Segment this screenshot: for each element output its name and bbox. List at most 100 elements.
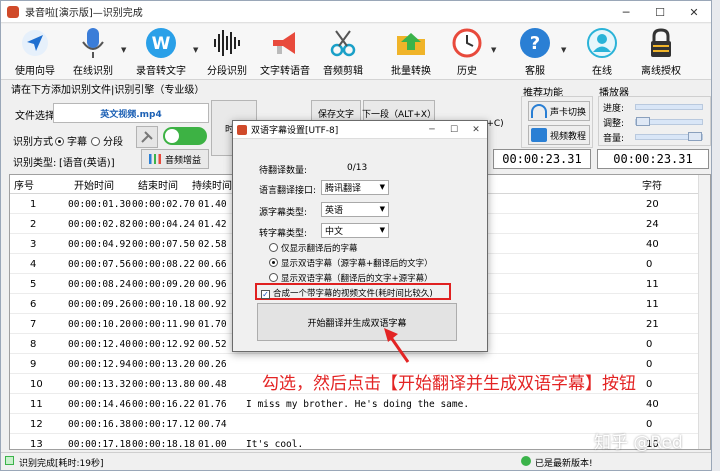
adjust-slider[interactable] (635, 117, 703, 126)
toolbar-support-button[interactable]: ? 客服 (509, 26, 561, 78)
minimize-icon[interactable]: ─ (609, 1, 643, 23)
row-end-time: 00:00:11.90 (132, 318, 195, 330)
toolbar-history-button[interactable]: 历史 (441, 26, 493, 78)
col-start[interactable]: 开始时间 (74, 175, 114, 193)
api-label: 语言翻译接口: (259, 186, 317, 196)
volume-label: 音量: (603, 134, 625, 144)
toolbar-audio-to-text-button[interactable]: W 录音转文字 (131, 26, 191, 78)
radio-unchecked-icon (269, 243, 278, 252)
col-index[interactable]: 序号 (14, 175, 34, 193)
toolbar-label: 批量转换 (391, 66, 431, 77)
video-tutorial-button[interactable]: 视频教程 (528, 125, 590, 145)
row-end-time: 00:00:04.24 (132, 218, 195, 230)
close-icon[interactable]: ✕ (465, 121, 487, 139)
row-duration: 00.48 (198, 378, 227, 390)
row-duration: 00.74 (198, 418, 227, 430)
toolbar-label: 使用向导 (15, 66, 55, 77)
pending-count-value: 0/13 (347, 163, 368, 173)
toolbar-label: 文字转语音 (260, 66, 310, 77)
row-start-time: 00:00:02.82 (68, 218, 131, 230)
file-select-field[interactable]: 英文视频.mp4 (53, 103, 209, 123)
instruction-text: 请在下方添加识别文件|识别引擎（专业级） (11, 85, 205, 96)
toolbar-label: 客服 (525, 66, 545, 77)
waveform-icon (210, 26, 244, 60)
chevron-down-icon: ▼ (379, 205, 385, 213)
table-row[interactable]: 11 00:00:14.46 00:00:16.22 01.76 I miss my b… (10, 394, 710, 414)
row-end-time: 00:00:08.22 (132, 258, 195, 270)
mode-segment-radio[interactable]: 分段 (91, 133, 123, 148)
recognize-mode-label: 识别方式 (13, 137, 53, 148)
toolbar-online-recognize-button[interactable]: 在线识别 (67, 26, 119, 78)
history-clock-icon (450, 26, 484, 60)
row-chars: 21 (646, 318, 659, 330)
api-select[interactable]: 腾讯翻译 ▼ (321, 180, 389, 195)
toolbar-segment-recognize-button[interactable]: 分段识别 (201, 26, 253, 78)
col-duration[interactable]: 持续时间 (192, 175, 232, 193)
col-chars[interactable]: 字符 (642, 175, 662, 193)
toggle-switch[interactable] (163, 127, 207, 145)
merge-video-checkbox[interactable]: ✓ 合成一个带字幕的视频文件(耗时间比较久) (261, 287, 433, 299)
toolbar-label: 音频剪辑 (323, 66, 363, 77)
toolbar-label: 在线识别 (73, 66, 113, 77)
row-chars: 0 (646, 258, 653, 270)
toolbar-audio-edit-button[interactable]: 音频剪辑 (317, 26, 369, 78)
sound-card-switch-button[interactable]: 声卡切换 (528, 101, 590, 121)
mode-subtitle-radio[interactable]: 字幕 (55, 133, 87, 148)
maximize-icon[interactable]: ☐ (443, 121, 465, 139)
start-translate-button[interactable]: 开始翻译并生成双语字幕 (257, 303, 457, 341)
row-end-time: 00:00:16.22 (132, 398, 195, 410)
row-duration: 00.52 (198, 338, 227, 350)
slider-knob[interactable] (688, 132, 702, 141)
row-index: 7 (30, 318, 37, 330)
headphones-icon (531, 104, 547, 118)
target-type-select[interactable]: 中文 ▼ (321, 223, 389, 238)
row-end-time: 00:00:09.20 (132, 278, 195, 290)
row-start-time: 00:00:12.94 (68, 358, 131, 370)
recommend-panel: 声卡切换 视频教程 (521, 96, 593, 148)
time-display-total: 00:00:23.31 (597, 149, 709, 169)
toolbar-offline-license-button[interactable]: 离线授权 (633, 26, 689, 78)
main-toolbar: 使用向导 在线识别 ▼ W 录音转文字 ▼ 分段识别 文字转语音 音频剪辑 批量… (1, 24, 711, 80)
chevron-down-icon[interactable]: ▼ (193, 46, 198, 54)
row-chars: 20 (646, 198, 659, 210)
toolbar-text-to-speech-button[interactable]: 文字转语音 (257, 26, 313, 78)
vertical-scrollbar[interactable] (698, 175, 710, 449)
close-icon[interactable]: ✕ (677, 1, 711, 23)
row-start-time: 00:00:07.56 (68, 258, 131, 270)
row-start-time: 00:00:08.24 (68, 278, 131, 290)
toolbar-wizard-button[interactable]: 使用向导 (9, 26, 61, 78)
toolbar-batch-convert-button[interactable]: 批量转换 (385, 26, 437, 78)
navigation-arrow-icon (18, 26, 52, 60)
progress-slider[interactable] (635, 104, 703, 110)
row-index: 11 (30, 398, 43, 410)
status-bar: 识别完成[耗时:19秒] 已是最新版本! (1, 452, 711, 470)
row-start-time: 00:00:14.46 (68, 398, 131, 410)
radio-translated-only[interactable]: 仅显示翻译后的字幕 (269, 242, 358, 254)
volume-slider[interactable] (635, 132, 703, 141)
maximize-icon[interactable]: ☐ (643, 1, 677, 23)
radio-bilingual-source-first[interactable]: 显示双语字幕（源字幕+翻译后的文字） (269, 257, 433, 269)
radio-checked-icon (55, 137, 64, 146)
row-chars: 11 (646, 298, 659, 310)
source-type-select[interactable]: 英语 ▼ (321, 202, 389, 217)
dialog-title: 双语字幕设置[UTF-8] (251, 126, 339, 136)
toolbar-label: 历史 (457, 66, 477, 77)
settings-tools-button[interactable] (136, 126, 158, 148)
watermark: 知乎 @Red (594, 433, 683, 453)
col-end[interactable]: 结束时间 (138, 175, 178, 193)
chevron-down-icon[interactable]: ▼ (491, 46, 496, 54)
audio-enhance-button[interactable]: 音频增益 (141, 149, 209, 169)
row-duration: 01.76 (198, 398, 227, 410)
row-chars: 24 (646, 218, 659, 230)
bilingual-subtitle-dialog: 双语字幕设置[UTF-8] ─ ☐ ✕ 待翻译数量: 0/13 语言翻译接口: … (232, 120, 488, 352)
slider-knob[interactable] (636, 117, 650, 126)
toolbar-online-button[interactable]: 在线 (577, 26, 627, 78)
chevron-down-icon[interactable]: ▼ (121, 46, 126, 54)
toolbar-label: 在线 (592, 66, 612, 77)
row-duration: 00.92 (198, 298, 227, 310)
player-panel: 进度: 调整: 音量: (598, 96, 711, 146)
chevron-down-icon[interactable]: ▼ (561, 46, 566, 54)
minimize-icon[interactable]: ─ (421, 121, 443, 139)
row-text: It's cool. (246, 438, 304, 450)
row-start-time: 00:00:16.38 (68, 418, 131, 430)
